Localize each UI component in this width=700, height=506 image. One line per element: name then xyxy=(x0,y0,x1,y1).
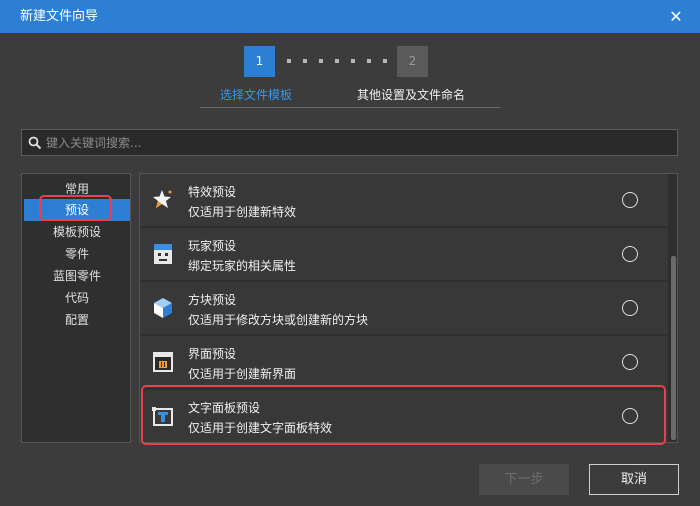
list-item-text-panel-preset[interactable]: 文字面板预设 仅适用于创建文字面板特效 xyxy=(140,390,668,442)
list-item-block-preset[interactable]: 方块预设 仅适用于修改方块或创建新的方块 xyxy=(140,282,668,334)
cube-icon xyxy=(154,298,172,318)
item-radio-button[interactable] xyxy=(622,246,638,262)
category-item-preset[interactable]: 预设 xyxy=(24,199,130,221)
template-list: 特效预设 仅适用于创建新特效 玩家预设 绑定玩家的相关属性 方块预设 仅适用于修… xyxy=(139,173,678,443)
item-radio-button[interactable] xyxy=(622,300,638,316)
ui-window-icon xyxy=(153,352,173,372)
item-description: 仅适用于修改方块或创建新的方块 xyxy=(188,313,369,327)
search-box[interactable] xyxy=(21,129,678,156)
effect-star-icon xyxy=(153,190,172,208)
item-title: 特效预设 xyxy=(188,185,237,199)
player-icon xyxy=(154,244,172,264)
scrollbar-thumb[interactable] xyxy=(671,256,676,440)
category-item-part[interactable]: 零件 xyxy=(24,243,130,265)
window-title: 新建文件向导 xyxy=(20,9,99,24)
list-item-effect-preset[interactable]: 特效预设 仅适用于创建新特效 xyxy=(140,174,668,226)
item-radio-button[interactable] xyxy=(622,192,638,208)
item-radio-button[interactable] xyxy=(622,354,638,370)
category-item-code[interactable]: 代码 xyxy=(24,287,130,309)
item-description: 仅适用于创建新界面 xyxy=(188,367,297,381)
category-list: 常用 预设 模板预设 零件 蓝图零件 代码 配置 xyxy=(21,173,131,443)
search-input[interactable] xyxy=(46,130,666,155)
text-panel-icon xyxy=(152,407,173,426)
category-item-common[interactable]: 常用 xyxy=(24,178,130,200)
category-item-template-preset[interactable]: 模板预设 xyxy=(24,221,130,243)
step-divider xyxy=(200,107,500,108)
step-progress-dots xyxy=(287,59,387,65)
close-button[interactable]: ✕ xyxy=(666,0,686,33)
search-icon xyxy=(28,136,42,150)
step-2-label: 其他设置及文件命名 xyxy=(357,88,466,102)
item-radio-button[interactable] xyxy=(622,408,638,424)
item-description: 仅适用于创建新特效 xyxy=(188,205,297,219)
category-item-config[interactable]: 配置 xyxy=(24,309,130,331)
next-button[interactable]: 下一步 xyxy=(479,464,569,495)
step-2-indicator: 2 xyxy=(397,46,428,77)
list-item-player-preset[interactable]: 玩家预设 绑定玩家的相关属性 xyxy=(140,228,668,280)
item-description: 仅适用于创建文字面板特效 xyxy=(188,421,333,435)
list-item-ui-preset[interactable]: 界面预设 仅适用于创建新界面 xyxy=(140,336,668,388)
item-title: 界面预设 xyxy=(188,347,237,361)
category-item-blueprint-part[interactable]: 蓝图零件 xyxy=(24,265,130,287)
title-bar: 新建文件向导 xyxy=(0,0,700,33)
item-title: 方块预设 xyxy=(188,293,237,307)
item-title: 文字面板预设 xyxy=(188,401,261,415)
item-description: 绑定玩家的相关属性 xyxy=(188,259,297,273)
step-1-label: 选择文件模板 xyxy=(220,88,293,102)
step-1-indicator: 1 xyxy=(244,46,275,77)
cancel-button[interactable]: 取消 xyxy=(589,464,679,495)
item-title: 玩家预设 xyxy=(188,239,237,253)
